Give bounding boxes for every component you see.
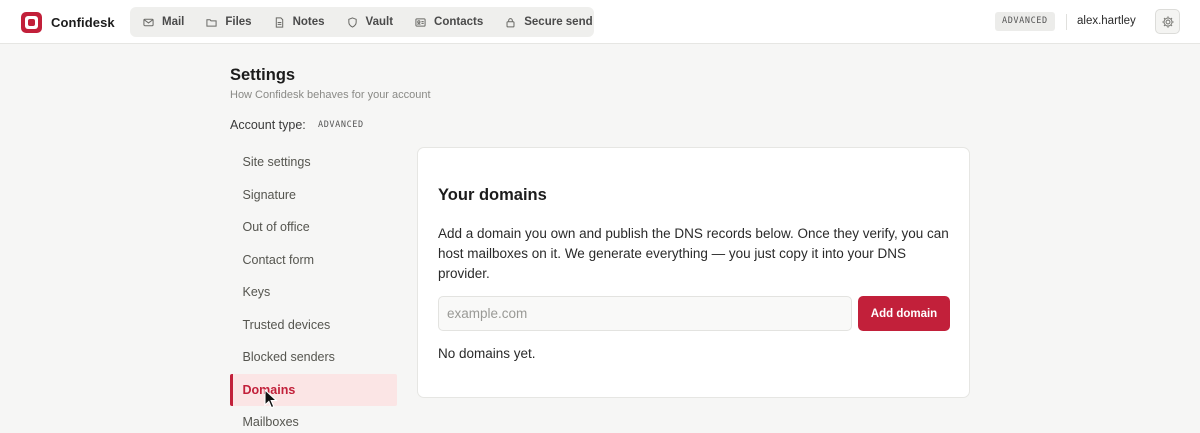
page-title: Settings bbox=[230, 66, 296, 84]
logo-icon bbox=[21, 11, 42, 33]
domains-title: Your domains bbox=[438, 186, 547, 204]
domains-card: Your domains Add a domain you own and pu… bbox=[417, 147, 970, 398]
contact-card-icon bbox=[415, 17, 426, 28]
nav-item-vault[interactable]: Vault bbox=[347, 7, 393, 37]
nav-item-label: Vault bbox=[365, 16, 394, 28]
nav-item-files[interactable]: Files bbox=[206, 7, 252, 37]
main-nav: Mail Files Notes Vault Contacts Secure s… bbox=[130, 7, 594, 37]
folder-icon bbox=[206, 17, 217, 28]
nav-item-label: Secure send bbox=[524, 16, 593, 28]
account-type-label: Account type: bbox=[230, 118, 306, 132]
sidebar-item-blocked-senders[interactable]: Blocked senders bbox=[230, 341, 397, 374]
header-divider bbox=[1066, 14, 1067, 30]
sidebar-item-domains[interactable]: Domains bbox=[230, 373, 397, 406]
nav-item-label: Mail bbox=[162, 16, 185, 28]
nav-item-label: Notes bbox=[292, 16, 325, 28]
account-type-badge: ADVANCED bbox=[995, 12, 1055, 31]
lock-icon bbox=[505, 17, 516, 28]
sidebar-item-contact-form[interactable]: Contact form bbox=[230, 244, 397, 277]
username[interactable]: alex.hartley bbox=[1077, 15, 1136, 27]
settings-button[interactable] bbox=[1155, 9, 1180, 34]
domains-description: Add a domain you own and publish the DNS… bbox=[438, 226, 949, 281]
nav-item-mail[interactable]: Mail bbox=[143, 7, 184, 37]
sidebar-item-trusted-devices[interactable]: Trusted devices bbox=[230, 309, 397, 342]
sidebar-item-mailboxes[interactable]: Mailboxes bbox=[230, 406, 397, 433]
sidebar-item-keys[interactable]: Keys bbox=[230, 276, 397, 309]
empty-state-text: No domains yet. bbox=[438, 346, 536, 361]
sidebar-item-out-of-office[interactable]: Out of office bbox=[230, 211, 397, 244]
note-icon bbox=[274, 16, 285, 28]
gear-icon bbox=[1161, 15, 1175, 29]
nav-item-notes[interactable]: Notes bbox=[274, 7, 325, 37]
nav-item-secure-send[interactable]: Secure send bbox=[505, 7, 593, 37]
account-type-value: ADVANCED bbox=[318, 120, 364, 130]
mail-icon bbox=[143, 17, 154, 28]
add-domain-button[interactable]: Add domain bbox=[858, 296, 950, 331]
nav-item-label: Files bbox=[225, 16, 252, 28]
shield-icon bbox=[347, 16, 358, 28]
brand[interactable]: Confidesk bbox=[21, 11, 115, 33]
top-bar: Confidesk Mail Files Notes Vault Contact… bbox=[0, 0, 1200, 44]
nav-item-label: Contacts bbox=[434, 16, 484, 28]
settings-sidebar: Site settings Signature Out of office Co… bbox=[230, 146, 397, 433]
brand-name: Confidesk bbox=[51, 14, 115, 30]
sidebar-item-signature[interactable]: Signature bbox=[230, 179, 397, 212]
page-subtitle: How Confidesk behaves for your account bbox=[230, 89, 431, 101]
domain-input[interactable] bbox=[438, 296, 852, 331]
nav-item-contacts[interactable]: Contacts bbox=[415, 7, 483, 37]
sidebar-item-site-settings[interactable]: Site settings bbox=[230, 146, 397, 179]
